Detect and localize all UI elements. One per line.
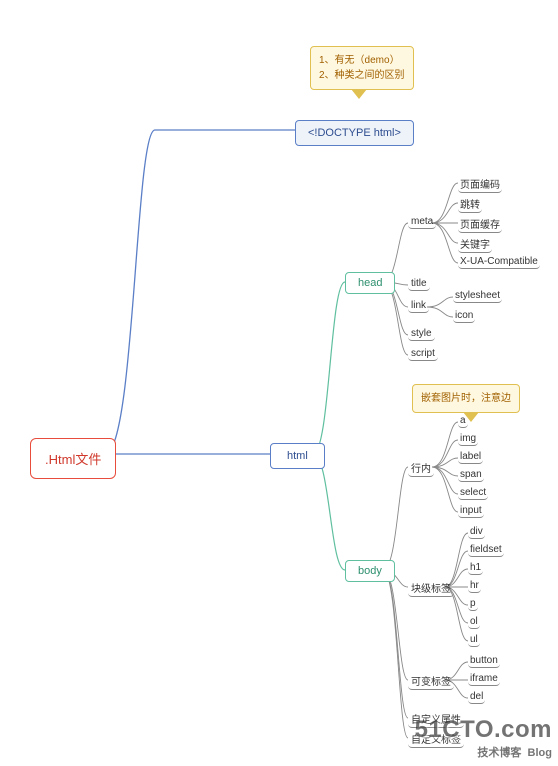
connector-lines: [0, 0, 558, 766]
root-node[interactable]: .Html文件: [30, 438, 116, 479]
inline-category[interactable]: 行内: [408, 459, 434, 477]
note-doctype: 1、有无（demo） 2、种类之间的区别: [310, 46, 414, 90]
link-leaf[interactable]: stylesheet: [453, 289, 502, 303]
block-leaf[interactable]: h1: [468, 561, 483, 575]
title-node[interactable]: title: [408, 277, 430, 291]
block-leaf[interactable]: div: [468, 525, 485, 539]
mutable-leaf[interactable]: button: [468, 654, 500, 668]
inline-leaf[interactable]: select: [458, 486, 488, 500]
inline-leaf[interactable]: span: [458, 468, 484, 482]
inline-leaf[interactable]: input: [458, 504, 484, 518]
inline-leaf[interactable]: a: [458, 414, 468, 428]
inline-leaf[interactable]: img: [458, 432, 478, 446]
block-leaf[interactable]: hr: [468, 579, 481, 593]
doctype-node[interactable]: <!DOCTYPE html>: [295, 120, 414, 146]
block-leaf[interactable]: fieldset: [468, 543, 504, 557]
meta-leaf[interactable]: 跳转: [458, 195, 482, 213]
block-leaf[interactable]: p: [468, 597, 478, 611]
note-a-tag: 嵌套图片时，注意边: [412, 384, 520, 413]
link-leaf[interactable]: icon: [453, 309, 475, 323]
html-node[interactable]: html: [270, 443, 325, 469]
meta-leaf[interactable]: 页面缓存: [458, 215, 502, 233]
inline-leaf[interactable]: label: [458, 450, 483, 464]
meta-node[interactable]: meta: [408, 215, 436, 229]
style-node[interactable]: style: [408, 327, 435, 341]
head-node[interactable]: head: [345, 272, 395, 294]
script-node[interactable]: script: [408, 347, 438, 361]
mutable-leaf[interactable]: del: [468, 690, 485, 704]
body-node[interactable]: body: [345, 560, 395, 582]
block-leaf[interactable]: ol: [468, 615, 480, 629]
block-category[interactable]: 块级标签: [408, 579, 454, 597]
block-leaf[interactable]: ul: [468, 633, 480, 647]
mutable-leaf[interactable]: iframe: [468, 672, 500, 686]
watermark: 51CTO.com 技术博客 Blog: [415, 716, 552, 760]
meta-leaf[interactable]: X-UA-Compatible: [458, 255, 540, 269]
mutable-category[interactable]: 可变标签: [408, 672, 454, 690]
meta-leaf[interactable]: 关键字: [458, 235, 492, 253]
link-node[interactable]: link: [408, 299, 429, 313]
meta-leaf[interactable]: 页面编码: [458, 175, 502, 193]
